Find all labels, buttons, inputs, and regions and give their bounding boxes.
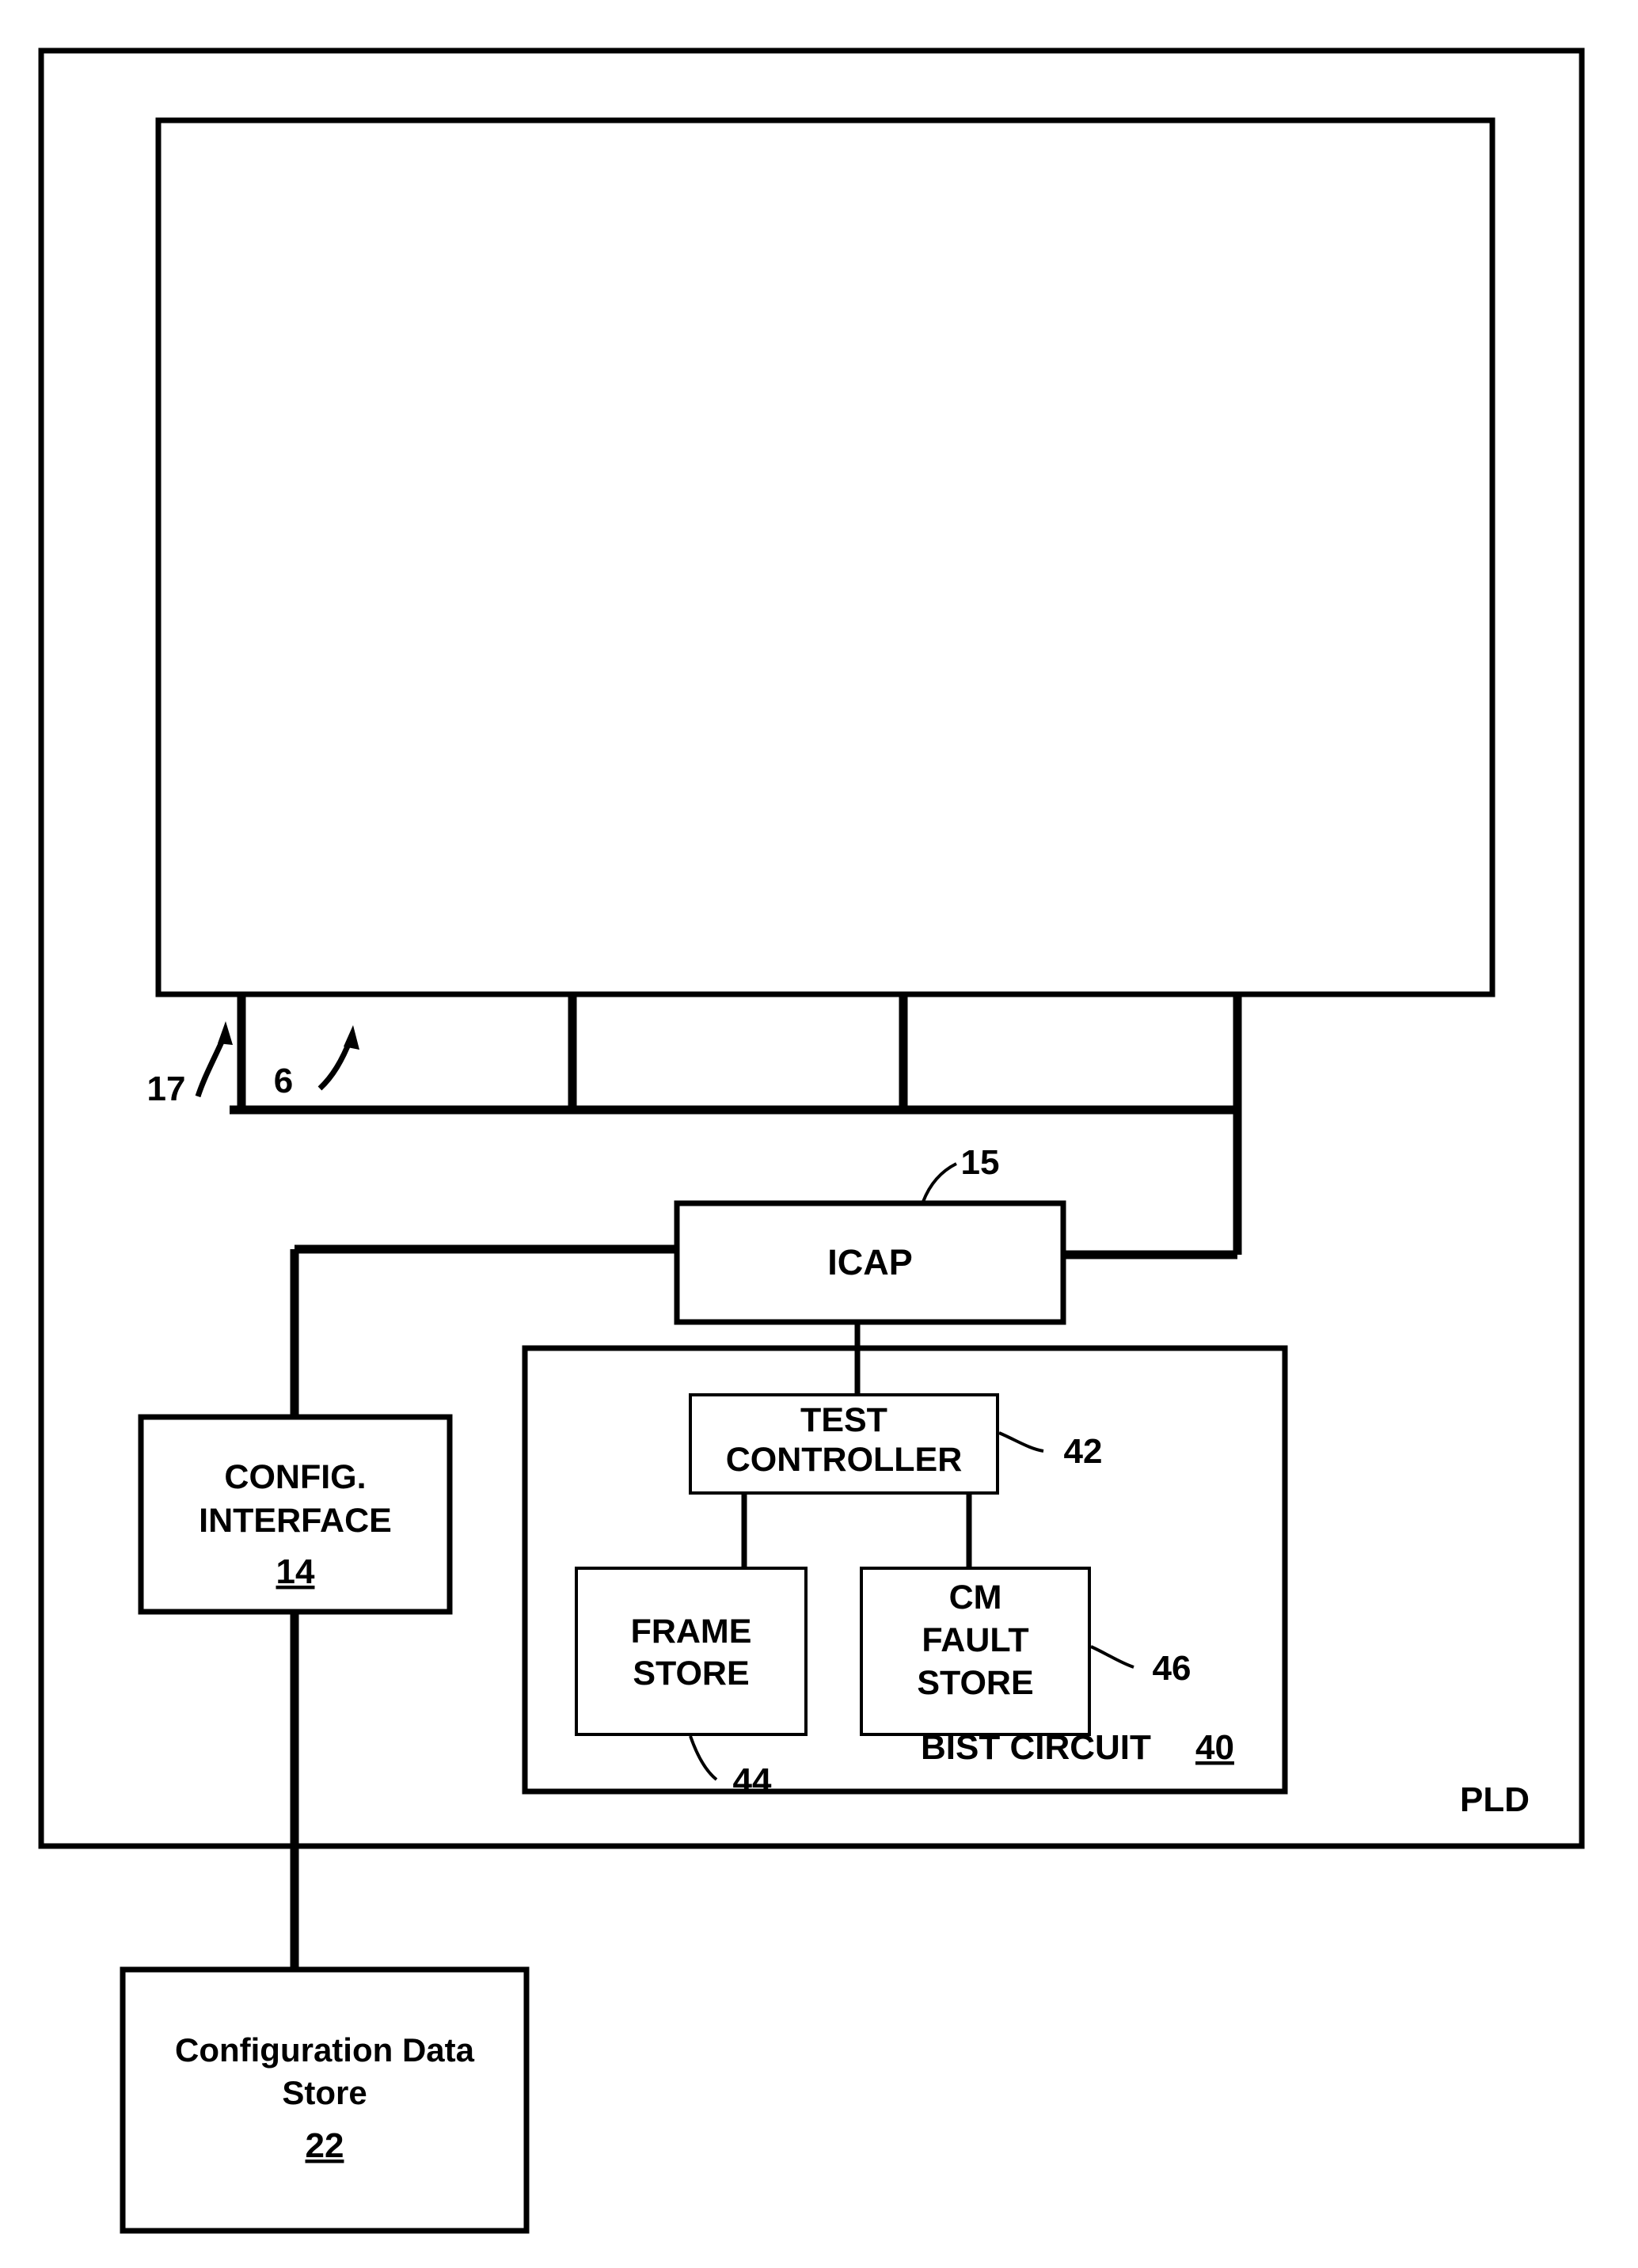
ref-6-label: 6 [274, 1062, 293, 1100]
ref-42-label: 42 [1064, 1432, 1103, 1471]
config-data-store-line1: Configuration Data [175, 2031, 475, 2069]
pld-label: PLD [1460, 1780, 1530, 1819]
ref-17-label: 17 [147, 1069, 186, 1108]
cm-fault-store-line3: STORE [917, 1664, 1033, 1702]
config-interface-block: CONFIG. INTERFACE 14 [138, 1414, 453, 1615]
icap-label: ICAP [827, 1242, 913, 1282]
test-controller-line2: CONTROLLER [726, 1441, 963, 1479]
config-data-store-block: Configuration Data Store 22 [120, 1966, 530, 2234]
ref-40-label: 40 [1195, 1728, 1234, 1767]
ref-14-label: 14 [276, 1552, 315, 1591]
frame-store-box [575, 1567, 808, 1736]
cm-fault-store-line1: CM [949, 1578, 1002, 1616]
test-controller-line1: TEST [800, 1401, 887, 1439]
frame-store-line1: FRAME [631, 1613, 752, 1651]
config-data-store-line2: Store [282, 2074, 367, 2111]
patent-figure: CM CLB CM CLB CM CLB CM CLB CM [0, 0, 1638, 2268]
frame-store-line2: STORE [633, 1654, 749, 1692]
ref-15-label: 15 [961, 1143, 1000, 1182]
cm-clb-array: CM CLB CM CLB CM CLB CM CLB CM [155, 117, 1495, 997]
array-outer-border [155, 117, 1495, 997]
cm-fault-store-line2: FAULT [922, 1621, 1028, 1659]
ref-22-label: 22 [306, 2126, 344, 2165]
config-interface-line1: CONFIG. [224, 1458, 366, 1496]
ref-46-label: 46 [1153, 1649, 1191, 1688]
ref-44-label: 44 [733, 1761, 772, 1800]
config-interface-line2: INTERFACE [199, 1502, 392, 1540]
